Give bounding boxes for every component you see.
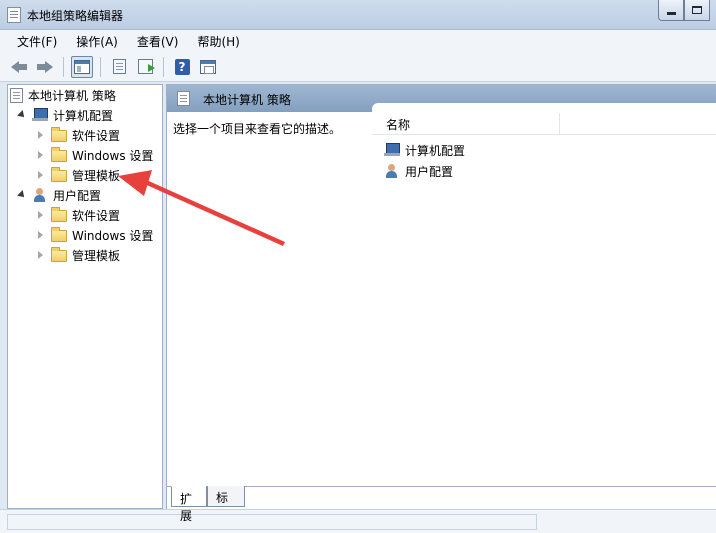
properties-button[interactable] — [108, 56, 130, 78]
tree-item-software-settings[interactable]: 软件设置 — [35, 125, 120, 145]
tree-item-user-config[interactable]: 用户配置 — [16, 185, 101, 205]
tree-item-windows-settings[interactable]: Windows 设置 — [35, 225, 153, 245]
maximize-icon — [692, 6, 702, 14]
tree-item-local-policy[interactable]: 本地计算机 策略 — [10, 85, 116, 105]
toolbar-separator — [100, 56, 101, 77]
back-button[interactable] — [8, 56, 30, 78]
policy-icon — [10, 87, 23, 103]
menu-view[interactable]: 查看(V) — [124, 33, 185, 50]
tree-item-label: 计算机配置 — [53, 108, 114, 123]
toolbar: ? — [0, 52, 716, 82]
toolbar-separator — [163, 56, 164, 77]
view-tabs: 标准 扩展 — [167, 486, 716, 523]
menu-help[interactable]: 帮助(H) — [184, 33, 245, 50]
expand-arrow-icon[interactable] — [16, 189, 28, 201]
console-tree-icon — [74, 59, 90, 74]
collapse-arrow-icon[interactable] — [35, 229, 47, 241]
computer-icon — [32, 108, 48, 122]
column-name-label: 名称 — [386, 118, 411, 132]
list-item[interactable]: 用户配置 — [384, 161, 453, 181]
maximize-button[interactable] — [684, 0, 710, 21]
tree-item-label: 软件设置 — [72, 208, 121, 223]
folder-icon — [51, 227, 67, 242]
tree-item-label: 本地计算机 策略 — [28, 88, 116, 103]
menu-file[interactable]: 文件(F) — [4, 33, 63, 50]
tree-item-label: Windows 设置 — [72, 228, 154, 243]
show-action-pane-button[interactable] — [197, 56, 219, 78]
column-divider[interactable] — [559, 113, 560, 135]
folder-icon — [51, 127, 67, 142]
folder-icon — [51, 167, 67, 182]
policy-icon — [177, 91, 190, 106]
export-list-icon — [137, 59, 155, 74]
help-button[interactable]: ? — [171, 56, 193, 78]
tree-item-label: 管理模板 — [72, 248, 121, 263]
status-bar — [0, 509, 716, 533]
expand-arrow-icon[interactable] — [16, 109, 28, 121]
list-item-label: 计算机配置 — [405, 143, 466, 158]
action-pane-icon — [200, 59, 216, 74]
toolbar-separator — [63, 56, 64, 77]
forward-button[interactable] — [34, 56, 56, 78]
minimize-button[interactable] — [658, 0, 684, 21]
help-icon: ? — [174, 58, 190, 75]
tree-item-computer-config[interactable]: 计算机配置 — [16, 105, 113, 125]
forward-arrow-icon — [37, 60, 53, 73]
details-header-title: 本地计算机 策略 — [203, 93, 291, 107]
tree-item-label: Windows 设置 — [72, 148, 154, 163]
list-item-label: 用户配置 — [405, 164, 454, 179]
folder-icon — [51, 247, 67, 262]
tab-standard[interactable]: 标准 — [207, 486, 245, 522]
tree-item-software-settings[interactable]: 软件设置 — [35, 205, 120, 225]
tree-item-label: 管理模板 — [72, 168, 121, 183]
column-header[interactable]: 名称 — [372, 113, 716, 135]
status-segment — [7, 514, 537, 530]
console-tree: 本地计算机 策略 计算机配置 软件设置 Windows 设置 管理模板 用户配置… — [7, 84, 163, 509]
collapse-arrow-icon[interactable] — [35, 129, 47, 141]
description-text: 选择一个项目来查看它的描述。 — [173, 122, 342, 136]
window-title: 本地组策略编辑器 — [27, 9, 124, 23]
tree-item-admin-templates[interactable]: 管理模板 — [35, 165, 120, 185]
policy-editor-icon — [7, 7, 21, 23]
collapse-arrow-icon[interactable] — [35, 249, 47, 261]
details-pane: 本地计算机 策略 选择一个项目来查看它的描述。 名称 计算机配置 用户配置 标准… — [166, 84, 716, 523]
user-icon — [32, 188, 48, 202]
back-arrow-icon — [11, 60, 27, 73]
show-console-tree-button[interactable] — [71, 55, 93, 78]
tree-item-label: 用户配置 — [53, 188, 102, 203]
items-list: 名称 计算机配置 用户配置 — [372, 103, 716, 488]
computer-icon — [384, 143, 400, 157]
menu-action[interactable]: 操作(A) — [63, 33, 124, 50]
tree-item-windows-settings[interactable]: Windows 设置 — [35, 145, 153, 165]
list-item[interactable]: 计算机配置 — [384, 140, 465, 160]
menu-bar: 文件(F) 操作(A) 查看(V) 帮助(H) — [0, 30, 716, 52]
folder-icon — [51, 147, 67, 162]
title-bar: 本地组策略编辑器 — [0, 0, 716, 30]
tree-item-label: 软件设置 — [72, 128, 121, 143]
export-list-button[interactable] — [134, 56, 156, 78]
collapse-arrow-icon[interactable] — [35, 169, 47, 181]
folder-icon — [51, 207, 67, 222]
collapse-arrow-icon[interactable] — [35, 209, 47, 221]
user-icon — [384, 164, 400, 178]
collapse-arrow-icon[interactable] — [35, 149, 47, 161]
tab-extended[interactable]: 扩展 — [171, 486, 207, 523]
minimize-icon — [666, 11, 676, 15]
tree-item-admin-templates[interactable]: 管理模板 — [35, 245, 120, 265]
properties-icon — [112, 59, 126, 74]
